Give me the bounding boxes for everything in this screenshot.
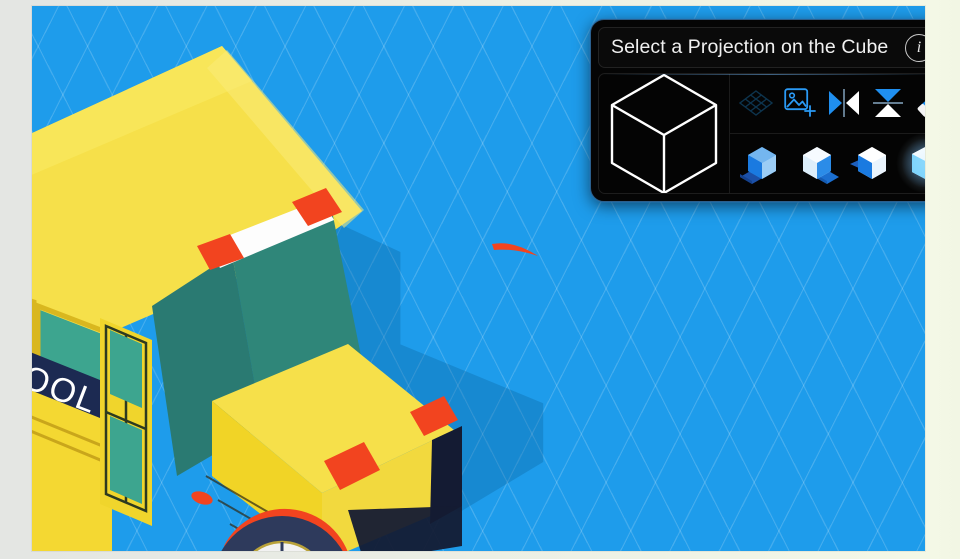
projection-right-option[interactable] (893, 132, 925, 193)
eraser-tool[interactable] (910, 81, 925, 125)
bus-ground-shadow (182, 151, 544, 513)
flip-horizontal-icon (829, 89, 859, 118)
projection-bottom-right-option[interactable] (791, 139, 843, 187)
projection-bottom-left-option[interactable] (736, 139, 788, 187)
flip-horizontal-tool[interactable] (822, 81, 866, 125)
grid-plane-tool[interactable] (734, 81, 778, 125)
panel-top-shine (599, 74, 925, 75)
grid-plane-icon (739, 90, 773, 117)
cube-projection-left-icon (849, 147, 886, 180)
cube-projection-bottom-left-icon (739, 147, 776, 185)
add-image-tool[interactable] (778, 81, 822, 125)
panel-header: Select a Projection on the Cube i (598, 27, 925, 68)
eraser-icon (917, 96, 925, 117)
wireframe-cube-preview[interactable] (599, 74, 730, 193)
flip-vertical-tool[interactable] (866, 81, 910, 125)
info-icon[interactable]: i (905, 33, 925, 62)
school-bus-model[interactable]: OOL (32, 6, 552, 551)
add-image-icon (784, 88, 816, 118)
projection-left-option[interactable] (846, 139, 898, 187)
projection-tool-row (730, 132, 925, 193)
utility-tool-row (730, 74, 925, 134)
panel-body (598, 73, 925, 194)
cube-projection-right-icon (911, 147, 925, 180)
tool-columns (730, 74, 925, 193)
projection-tool-panel[interactable]: Select a Projection on the Cube i (590, 19, 925, 202)
app-root: OOL Select a Projection on the Cube i (0, 0, 960, 559)
flip-vertical-icon (873, 89, 903, 118)
ground-marker (490, 240, 542, 260)
wireframe-cube-icon (610, 74, 718, 193)
scene-viewport[interactable]: OOL Select a Projection on the Cube i (32, 6, 925, 551)
bus-side-text: OOL (32, 358, 103, 421)
cube-projection-bottom-right-icon (802, 147, 839, 185)
panel-title: Select a Projection on the Cube (611, 36, 889, 58)
